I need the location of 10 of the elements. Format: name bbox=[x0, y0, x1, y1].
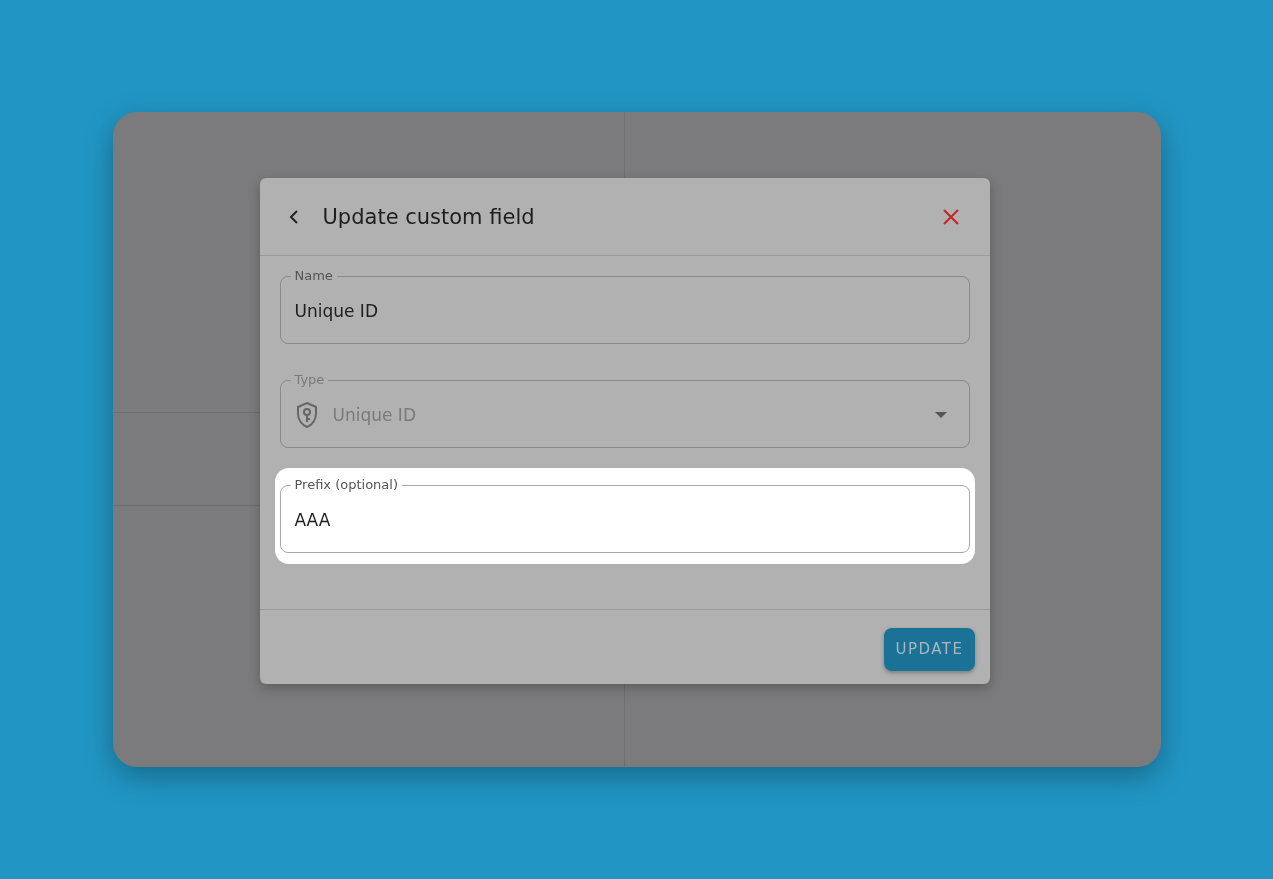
input-field[interactable]: Prefix (optional) AAA bbox=[279, 477, 970, 553]
back-icon[interactable] bbox=[288, 208, 299, 225]
field-value: AAA bbox=[294, 509, 332, 530]
shield-key-icon bbox=[294, 400, 319, 429]
field-value: Unique ID bbox=[294, 300, 379, 321]
dialog-title: Update custom field bbox=[322, 204, 536, 229]
close-icon[interactable] bbox=[941, 207, 960, 226]
input-field[interactable]: Name Unique ID bbox=[279, 268, 970, 344]
field-label: Name bbox=[293, 268, 334, 284]
field-label: Prefix (optional) bbox=[293, 477, 399, 493]
